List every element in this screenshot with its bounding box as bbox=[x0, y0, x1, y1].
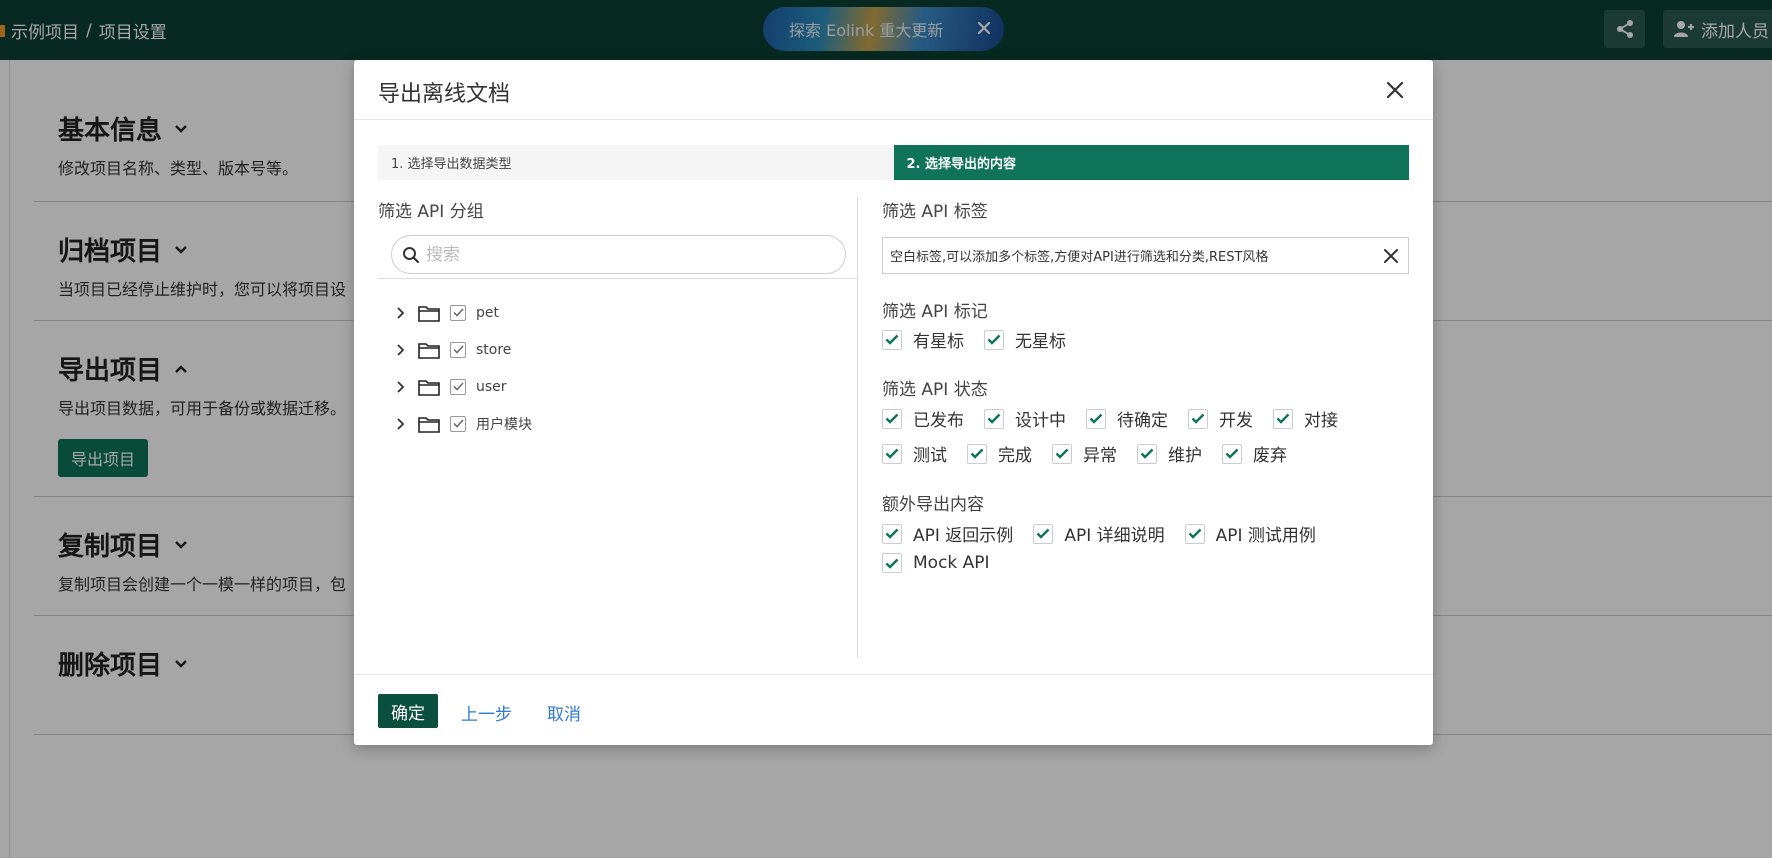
folder-icon bbox=[418, 305, 440, 322]
checkbox-label: 测试 bbox=[913, 446, 947, 466]
check-icon[interactable] bbox=[882, 329, 902, 350]
checkbox-status-deprecated[interactable]: 废弃 bbox=[1222, 441, 1287, 466]
dialog-footer: 确定 上一步 取消 bbox=[354, 674, 1433, 745]
checkbox-status-pending[interactable]: 待确定 bbox=[1086, 406, 1168, 431]
check-icon[interactable] bbox=[984, 329, 1004, 350]
check-icon[interactable] bbox=[882, 553, 902, 573]
api-group-label: 筛选 API 分组 bbox=[378, 202, 484, 222]
check-icon[interactable] bbox=[1137, 443, 1157, 464]
close-icon[interactable] bbox=[1383, 78, 1407, 102]
tree-item-label: 用户模块 bbox=[476, 416, 532, 433]
api-mark-options: 有星标 无星标 bbox=[882, 327, 1086, 352]
cancel-button[interactable]: 取消 bbox=[547, 700, 581, 725]
search-input[interactable] bbox=[426, 244, 826, 265]
checkbox-status-error[interactable]: 异常 bbox=[1052, 441, 1117, 466]
checkbox-label: API 返回示例 bbox=[913, 526, 1014, 546]
checkbox-label: Mock API bbox=[913, 553, 990, 573]
checkbox-starred[interactable]: 有星标 bbox=[882, 327, 964, 352]
checkbox-label: 对接 bbox=[1304, 411, 1338, 431]
tree-checkbox[interactable] bbox=[450, 415, 466, 432]
checkbox-label: 已发布 bbox=[913, 411, 964, 431]
checkbox-status-published[interactable]: 已发布 bbox=[882, 406, 964, 431]
clear-icon[interactable] bbox=[1382, 247, 1400, 265]
api-status-options-row2: 测试 完成 异常 维护 废弃 bbox=[882, 441, 1307, 466]
extra-content-label: 额外导出内容 bbox=[882, 495, 984, 515]
checkbox-label: 开发 bbox=[1219, 411, 1253, 431]
extra-content-options-row1: API 返回示例 API 详细说明 API 测试用例 bbox=[882, 521, 1336, 546]
previous-step-button[interactable]: 上一步 bbox=[461, 700, 512, 725]
checkbox-label: 废弃 bbox=[1253, 446, 1287, 466]
confirm-button[interactable]: 确定 bbox=[378, 694, 438, 728]
checkbox-detail-description[interactable]: API 详细说明 bbox=[1033, 521, 1165, 546]
tree-item-user[interactable]: user bbox=[396, 368, 532, 405]
checkbox-label: 维护 bbox=[1168, 446, 1202, 466]
folder-icon bbox=[418, 342, 440, 359]
checkbox-label: 异常 bbox=[1083, 446, 1117, 466]
checkbox-status-developing[interactable]: 开发 bbox=[1188, 406, 1253, 431]
folder-icon bbox=[418, 416, 440, 433]
checkbox-label: 设计中 bbox=[1015, 411, 1066, 431]
api-group-filter: 筛选 API 分组 pet store bbox=[378, 197, 858, 658]
chevron-right-icon[interactable] bbox=[396, 306, 408, 319]
export-offline-doc-dialog: 导出离线文档 1. 选择导出数据类型 2. 选择导出的内容 筛选 API 分组 … bbox=[354, 60, 1433, 745]
check-icon[interactable] bbox=[1052, 443, 1072, 464]
step-1: 1. 选择导出数据类型 bbox=[378, 145, 894, 180]
tree-item-pet[interactable]: pet bbox=[396, 294, 532, 331]
search-icon bbox=[403, 246, 420, 263]
check-icon[interactable] bbox=[1222, 443, 1242, 464]
check-icon[interactable] bbox=[1184, 523, 1205, 544]
check-icon[interactable] bbox=[1033, 523, 1054, 544]
check-icon[interactable] bbox=[1273, 408, 1293, 429]
api-tag-label: 筛选 API 标签 bbox=[882, 202, 988, 222]
api-status-label: 筛选 API 状态 bbox=[882, 380, 988, 400]
tree-item-label: user bbox=[476, 378, 507, 395]
checkbox-mock-api[interactable]: Mock API bbox=[882, 553, 990, 573]
api-mark-label: 筛选 API 标记 bbox=[882, 302, 988, 322]
checkbox-label: 有星标 bbox=[913, 332, 964, 352]
checkbox-label: 待确定 bbox=[1117, 411, 1168, 431]
check-icon[interactable] bbox=[967, 443, 987, 464]
tree-item-label: store bbox=[476, 341, 512, 358]
tree-checkbox[interactable] bbox=[450, 378, 466, 395]
api-tag-value: 空白标签,可以添加多个标签,方便对API进行筛选和分类,REST风格 bbox=[890, 250, 1269, 265]
chevron-right-icon[interactable] bbox=[396, 343, 408, 356]
checkbox-label: 无星标 bbox=[1015, 332, 1066, 352]
check-icon[interactable] bbox=[984, 408, 1004, 429]
tree-checkbox[interactable] bbox=[450, 341, 466, 358]
extra-content-options-row2: Mock API bbox=[882, 553, 1010, 573]
checkbox-status-done[interactable]: 完成 bbox=[967, 441, 1032, 466]
divider bbox=[378, 278, 858, 279]
checkbox-status-testing[interactable]: 测试 bbox=[882, 441, 947, 466]
chevron-right-icon[interactable] bbox=[396, 380, 408, 393]
tree-checkbox[interactable] bbox=[450, 304, 466, 321]
checkbox-status-maintenance[interactable]: 维护 bbox=[1137, 441, 1202, 466]
checkbox-status-integrating[interactable]: 对接 bbox=[1273, 406, 1338, 431]
step-2: 2. 选择导出的内容 bbox=[893, 145, 1409, 180]
api-status-options-row1: 已发布 设计中 待确定 开发 对接 bbox=[882, 406, 1358, 431]
step-indicator: 1. 选择导出数据类型 2. 选择导出的内容 bbox=[378, 145, 1409, 180]
check-icon[interactable] bbox=[1086, 408, 1106, 429]
checkbox-response-example[interactable]: API 返回示例 bbox=[882, 521, 1013, 546]
check-icon[interactable] bbox=[1188, 408, 1208, 429]
checkbox-test-cases[interactable]: API 测试用例 bbox=[1184, 521, 1316, 546]
api-tag-input[interactable]: 空白标签,可以添加多个标签,方便对API进行筛选和分类,REST风格 bbox=[882, 237, 1409, 274]
checkbox-status-designing[interactable]: 设计中 bbox=[984, 406, 1066, 431]
check-icon[interactable] bbox=[882, 408, 902, 429]
checkbox-unstarred[interactable]: 无星标 bbox=[984, 327, 1066, 352]
group-tree: pet store user 用户模块 bbox=[396, 294, 532, 442]
tree-item-store[interactable]: store bbox=[396, 331, 532, 368]
tree-item-label: pet bbox=[476, 304, 499, 321]
folder-icon bbox=[418, 379, 440, 396]
checkbox-label: 完成 bbox=[998, 446, 1032, 466]
dialog-title: 导出离线文档 bbox=[378, 82, 511, 107]
check-icon[interactable] bbox=[882, 523, 902, 544]
checkbox-label: API 测试用例 bbox=[1215, 526, 1316, 546]
group-search[interactable] bbox=[391, 235, 846, 274]
check-icon[interactable] bbox=[882, 443, 902, 464]
tree-item-user-module[interactable]: 用户模块 bbox=[396, 405, 532, 442]
chevron-right-icon[interactable] bbox=[396, 417, 408, 430]
checkbox-label: API 详细说明 bbox=[1064, 526, 1165, 546]
dialog-header: 导出离线文档 bbox=[354, 60, 1433, 120]
